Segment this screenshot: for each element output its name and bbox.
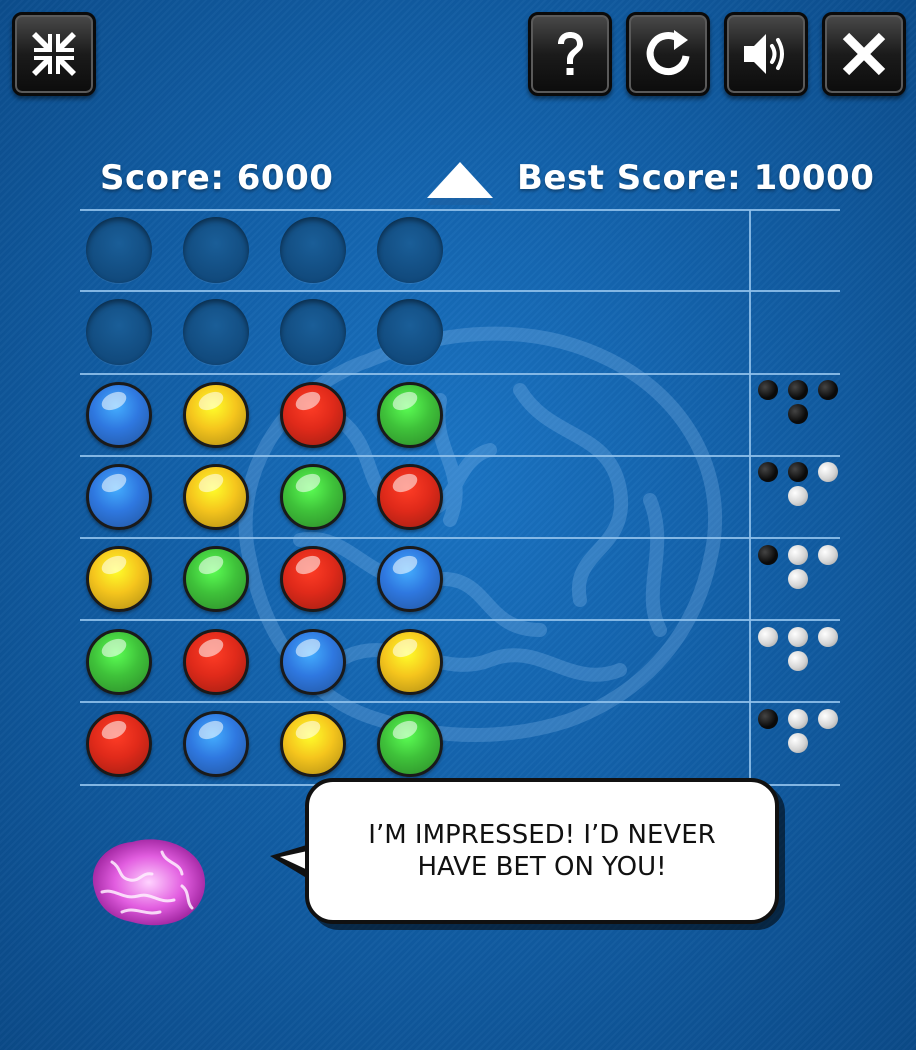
score-display: Score: 6000 — [100, 158, 334, 198]
row-divider — [80, 290, 840, 292]
red-peg — [377, 463, 443, 530]
close-button[interactable] — [822, 12, 906, 96]
red-peg — [183, 628, 249, 695]
empty-peg-slot[interactable] — [183, 299, 249, 366]
green-peg — [280, 463, 346, 530]
row-divider — [80, 373, 840, 375]
white-hint-peg — [788, 709, 808, 730]
row-divider — [80, 701, 840, 703]
row-divider — [80, 619, 840, 621]
question-mark-icon — [558, 32, 583, 75]
empty-peg-slot — [183, 217, 249, 283]
blue-peg — [86, 381, 152, 448]
black-hint-peg — [788, 462, 808, 483]
green-peg — [183, 546, 249, 613]
empty-peg-slot[interactable] — [377, 299, 443, 366]
speaker-icon — [744, 34, 784, 74]
white-hint-peg — [788, 733, 808, 754]
speech-bubble-text: I’M IMPRESSED! I’D NEVER HAVE BET ON YOU… — [352, 819, 732, 883]
red-peg — [86, 710, 152, 777]
help-button[interactable] — [528, 12, 612, 96]
fullscreen-toggle-button[interactable] — [12, 12, 96, 96]
message-line-2: HAVE BET ON YOU! — [417, 852, 667, 882]
up-arrow-icon[interactable] — [423, 160, 497, 208]
white-hint-peg — [818, 709, 838, 730]
row-divider — [80, 209, 840, 211]
compress-arrows-icon — [32, 32, 76, 76]
white-hint-peg — [818, 544, 838, 565]
best-score-display: Best Score: 10000 — [517, 158, 875, 198]
empty-peg-slot — [280, 217, 346, 283]
speech-bubble: I’M IMPRESSED! I’D NEVER HAVE BET ON YOU… — [305, 778, 779, 924]
red-peg — [280, 381, 346, 448]
message-line-1: I’M IMPRESSED! I’D NEVER — [368, 820, 716, 850]
black-hint-peg — [788, 380, 808, 400]
empty-peg-slot — [86, 217, 152, 283]
empty-peg-slot[interactable] — [280, 299, 346, 366]
yellow-peg — [86, 546, 152, 613]
blue-peg — [280, 628, 346, 695]
restart-button[interactable] — [626, 12, 710, 96]
yellow-peg — [183, 381, 249, 448]
white-hint-peg — [788, 486, 808, 507]
white-hint-peg — [788, 568, 808, 589]
green-peg — [86, 628, 152, 695]
hint-column-divider — [749, 210, 751, 784]
row-divider — [80, 537, 840, 539]
white-hint-peg — [818, 462, 838, 483]
restart-icon — [646, 30, 690, 76]
black-hint-peg — [758, 544, 778, 565]
white-hint-peg — [788, 626, 808, 647]
black-hint-peg — [758, 709, 778, 730]
close-icon — [842, 32, 886, 76]
blue-peg — [183, 710, 249, 777]
white-hint-peg — [788, 544, 808, 565]
black-hint-peg — [758, 380, 778, 400]
empty-peg-slot — [377, 217, 443, 283]
row-divider — [80, 455, 840, 457]
brain-character-icon — [92, 839, 206, 926]
white-hint-peg — [818, 626, 838, 647]
white-hint-peg — [758, 626, 778, 647]
blue-peg — [377, 546, 443, 613]
black-hint-peg — [758, 462, 778, 483]
green-peg — [377, 381, 443, 448]
empty-peg-slot[interactable] — [86, 299, 152, 366]
yellow-peg — [183, 463, 249, 530]
yellow-peg — [377, 628, 443, 695]
black-hint-peg — [788, 404, 808, 424]
black-hint-peg — [818, 380, 838, 400]
brain-watermark-icon — [238, 326, 723, 742]
white-hint-peg — [788, 650, 808, 671]
green-peg — [377, 710, 443, 777]
sound-button[interactable] — [724, 12, 808, 96]
yellow-peg — [280, 710, 346, 777]
red-peg — [280, 546, 346, 613]
blue-peg — [86, 463, 152, 530]
